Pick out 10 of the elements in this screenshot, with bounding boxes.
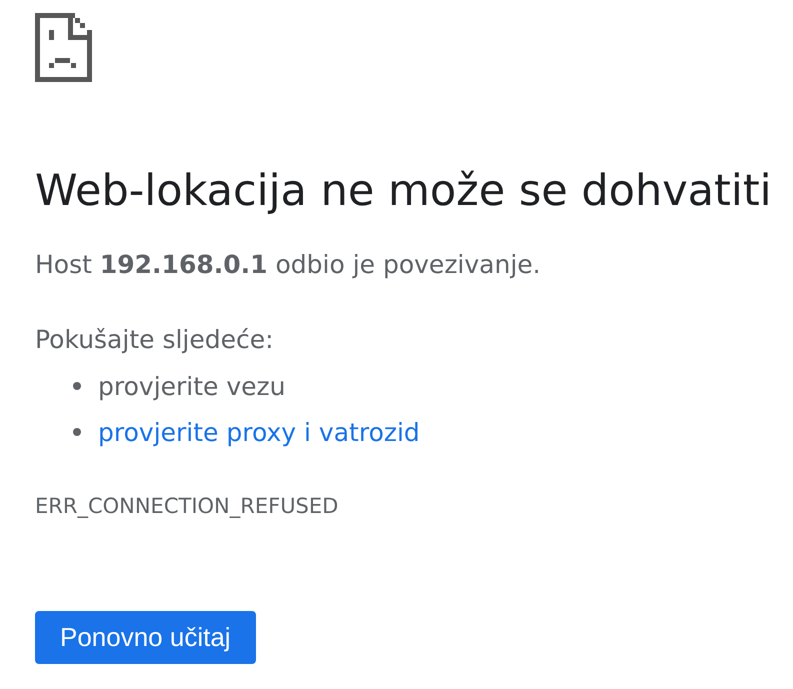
reload-button[interactable]: Ponovno učitaj	[35, 611, 256, 664]
suggestions-intro: Pokušajte sljedeće:	[35, 325, 274, 355]
sad-document-icon	[35, 13, 92, 82]
error-heading: Web-lokacija ne može se dohvatiti	[35, 167, 772, 215]
bullet-icon	[73, 382, 81, 390]
error-summary: Host 192.168.0.1 odbio je povezivanje.	[35, 250, 541, 280]
suggestion-text: provjerite vezu	[98, 372, 286, 400]
error-code: ERR_CONNECTION_REFUSED	[35, 493, 338, 519]
bullet-icon	[73, 428, 81, 436]
suggestion-link[interactable]: provjerite proxy i vatrozid	[98, 418, 420, 446]
